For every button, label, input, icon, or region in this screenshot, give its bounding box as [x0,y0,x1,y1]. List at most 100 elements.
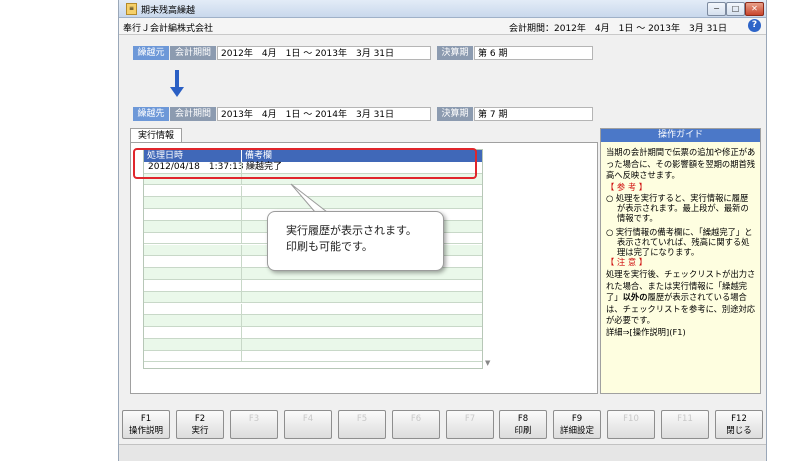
down-arrow-icon [175,70,179,88]
fkey-number: F1 [140,414,152,424]
operation-guide: 操作ガイド 当期の会計期間で伝票の追加や修正があった場合に、その影響額を翌期の期… [600,128,761,394]
table-row[interactable] [144,339,482,351]
minimize-button[interactable]: − [707,2,726,16]
cell-remarks [242,186,482,197]
fkey-f6-button[interactable]: F6 [392,410,440,439]
cell-datetime [144,327,241,338]
guide-reference-2: ○ 実行情報の備考欄に、「繰越完了」と表示されていれば、残高に関する処理は完了に… [606,227,753,258]
destination-tag: 繰越先 [133,107,169,121]
fkey-f12-button[interactable]: F12 閉じる [715,410,763,439]
down-arrow-head [170,87,184,97]
company-name: 奉行Ｊ会計編株式会社 [123,24,214,34]
cell-datetime [144,245,241,256]
destination-period-value: 2013年 4月 1日 ～ 2014年 3月 31日 [217,107,431,121]
source-term-value: 第 6 期 [474,46,593,60]
fkey-f11-button[interactable]: F11 [661,410,709,439]
title-bar[interactable]: ≡ 期末残高繰越 − □ ✕ [119,0,766,18]
cell-datetime [144,268,241,279]
cell-datetime [144,256,241,267]
tab-execution-info[interactable]: 実行情報 [130,128,182,143]
cell-datetime [144,304,241,315]
destination-period-label: 会計期間 [170,107,216,121]
table-row[interactable] [144,350,482,363]
fkey-f3-button[interactable]: F3 [230,410,278,439]
table-row[interactable] [144,327,482,339]
cell-datetime [144,186,241,197]
callout-bubble: 実行履歴が表示されます。 印刷も可能です。 [267,211,444,271]
cell-datetime [144,233,241,244]
fkey-number: F8 [517,414,529,424]
function-key-bar: F1 操作説明 F2 実行 F3 F4 F5 F6 F7 F8 印刷 F9 詳細設定 F10 F11 F12 閉… [119,410,766,440]
fkey-number: F12 [731,414,747,424]
fkey-number: F10 [623,414,639,424]
source-tag: 繰越元 [133,46,169,60]
guide-header: 操作ガイド [601,129,760,142]
callout-line-1: 実行履歴が表示されます。 [286,224,417,237]
source-period-label: 会計期間 [170,46,216,60]
cell-remarks [242,327,482,338]
fkey-number: F3 [248,414,260,424]
destination-term-value: 第 7 期 [474,107,593,121]
app-icon: ≡ [126,3,137,15]
callout-pointer [290,183,329,213]
guide-note-heading: 【 注 意 】 [606,257,648,268]
destination-term-label: 決算期 [437,107,473,121]
cell-datetime [144,280,241,291]
cell-datetime [144,351,241,362]
cell-remarks [242,304,482,315]
cell-datetime [144,292,241,303]
guide-reference-1: ○ 処理を実行すると、実行情報に履歴が表示されます。最上段が、最新の情報です。 [606,193,749,224]
guide-body: 当期の会計期間で伝票の追加や修正があった場合に、その影響額を翌期の期首残高へ反映… [606,147,756,339]
window-title: 期末残高繰越 [141,6,196,16]
table-row[interactable] [144,303,482,316]
cell-remarks [242,351,482,362]
source-period-row: 繰越元 会計期間 2012年 4月 1日 ～ 2013年 3月 31日 決算期 … [133,46,593,60]
fkey-f1-button[interactable]: F1 操作説明 [122,410,170,439]
cell-remarks [242,280,482,291]
destination-period-row: 繰越先 会計期間 2013年 4月 1日 ～ 2014年 3月 31日 決算期 … [133,107,593,121]
guide-intro: 当期の会計期間で伝票の追加や修正があった場合に、その影響額を翌期の期首残高へ反映… [606,147,756,181]
fkey-f10-button[interactable]: F10 [607,410,655,439]
guide-details-link[interactable]: 詳細⇒[操作説明](F1) [606,327,756,339]
fkey-f7-button[interactable]: F7 [446,410,494,439]
fkey-number: F4 [302,414,314,424]
status-bar [119,444,766,461]
table-row[interactable] [144,291,482,304]
fkey-number: F7 [464,414,476,424]
guide-reference-heading: 【 参 考 】 [606,181,648,192]
cell-remarks [242,339,482,350]
application-window: ≡ 期末残高繰越 − □ ✕ 奉行Ｊ会計編株式会社 会計期間：2012年 4月 … [118,0,767,461]
fkey-number: F11 [677,414,693,424]
fkey-number: F6 [410,414,422,424]
fkey-f9-button[interactable]: F9 詳細設定 [553,410,601,439]
close-button[interactable]: ✕ [745,2,764,16]
help-icon[interactable]: ? [748,19,761,32]
fkey-label: 閉じる [726,426,752,436]
scroll-down-icon[interactable]: ▼ [485,359,490,367]
fkey-number: F5 [356,414,368,424]
fkey-f5-button[interactable]: F5 [338,410,386,439]
cell-datetime [144,221,241,232]
source-period-value: 2012年 4月 1日 ～ 2013年 3月 31日 [217,46,431,60]
fkey-f2-button[interactable]: F2 実行 [176,410,224,439]
cell-datetime [144,339,241,350]
maximize-button[interactable]: □ [726,2,745,16]
cell-datetime [144,315,241,326]
info-bar: 奉行Ｊ会計編株式会社 会計期間：2012年 4月 1日 ～ 2013年 3月 3… [119,18,766,35]
source-term-label: 決算期 [437,46,473,60]
highlight-box [133,148,477,179]
table-row[interactable] [144,315,482,327]
fkey-label: 詳細設定 [559,426,594,436]
cell-remarks [242,197,482,208]
fkey-label: 実行 [191,426,209,436]
guide-note: 処理を実行後、チェックリストが出力された場合、または実行情報に「繰越完了」以外の… [606,268,756,326]
fkey-number: F2 [194,414,206,424]
current-period: 会計期間：2012年 4月 1日 ～ 2013年 3月 31日 [509,24,728,34]
cell-datetime [144,197,241,208]
fkey-number: F9 [571,414,583,424]
fkey-f8-button[interactable]: F8 印刷 [499,410,547,439]
table-row[interactable] [144,280,482,292]
fkey-f4-button[interactable]: F4 [284,410,332,439]
callout-line-2: 印刷も可能です。 [286,240,373,253]
cell-remarks [242,292,482,303]
